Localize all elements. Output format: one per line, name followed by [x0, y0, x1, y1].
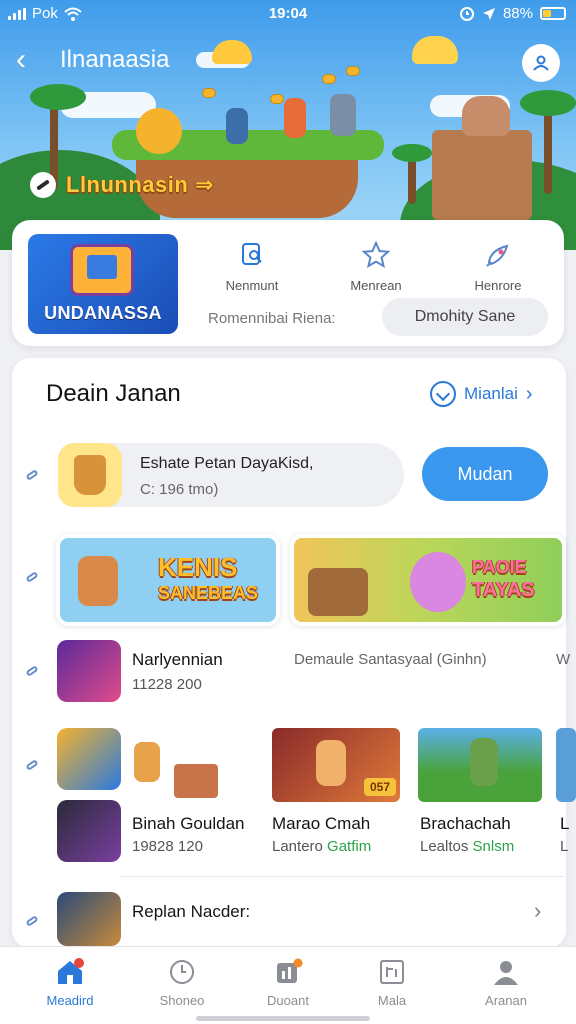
hero-banner: [0, 0, 576, 250]
image-icon: [377, 957, 407, 987]
see-more-label: Mianlai: [464, 384, 518, 403]
quick-action-star[interactable]: Menrean: [326, 238, 426, 293]
banner-title: KENIS: [158, 552, 238, 582]
promo-banner[interactable]: PAOIE TAYAS: [290, 534, 566, 626]
app-thumbnail[interactable]: [130, 736, 222, 802]
chevron-right-icon[interactable]: ›: [534, 898, 541, 924]
tab-label: Aranan: [485, 993, 527, 1008]
person-icon: [533, 55, 549, 71]
quick-action-label: Nenmunt: [225, 278, 279, 293]
tab-stats[interactable]: Duoant: [240, 957, 336, 1008]
badge: 057: [363, 778, 396, 796]
mascot-character: [136, 108, 182, 154]
app-name[interactable]: Brachachah: [420, 814, 511, 834]
app-icon[interactable]: [57, 728, 121, 790]
app-meta: 11228 200: [132, 676, 202, 693]
quick-action-bookmark[interactable]: Nenmunt: [202, 238, 302, 293]
app-thumbnail[interactable]: [556, 728, 576, 802]
rocket-icon: [481, 238, 515, 272]
app-meta: Lantero Gatfim: [272, 838, 372, 855]
tab-home[interactable]: Meadird: [22, 957, 118, 1008]
banner-character: [78, 556, 118, 606]
promo-banner[interactable]: KENIS SANEBEAS: [56, 534, 280, 626]
sun-shape: [412, 36, 458, 64]
featured-title: Eshate Petan DayaKisd,: [140, 455, 314, 472]
app-name[interactable]: Marao Cmah: [272, 814, 370, 834]
see-more-link[interactable]: Mianlai ›: [430, 381, 533, 407]
tab-media[interactable]: Mala: [344, 957, 440, 1008]
character: [226, 108, 248, 144]
stone-tower: [432, 96, 532, 220]
battery-icon: [540, 7, 566, 20]
featured-meta: C: 196 tmo): [140, 481, 219, 498]
chevron-right-icon: ›: [525, 382, 533, 405]
tab-label: Duoant: [267, 993, 309, 1008]
app-meta: 19828 120: [132, 838, 203, 855]
app-thumbnail[interactable]: 057: [272, 728, 400, 802]
app-meta: Lealtos Snlsm: [420, 838, 515, 855]
app-description: Demaule Santasyaal (Ginhn): [294, 651, 487, 668]
bottom-tab-bar: Meadird Shoneo Duoant Mala Aranan: [0, 946, 576, 1024]
featured-game-icon: [58, 443, 122, 507]
character: [330, 94, 356, 136]
app-name[interactable]: Binah Gouldan: [132, 814, 244, 834]
banner-subtitle: TAYAS: [472, 579, 535, 601]
battery-percent: 88%: [502, 5, 533, 22]
app-meta-overflow: L: [560, 838, 569, 855]
tab-label: Meadird: [46, 993, 94, 1008]
tab-profile[interactable]: Aranan: [458, 957, 554, 1008]
game-tile-name: UNDANASSA: [44, 303, 162, 323]
status-bar: Pok 19:04 88%: [0, 0, 576, 28]
chevron-circle-icon: [430, 381, 456, 407]
page-title: Ilnanaasia: [60, 46, 170, 73]
alarm-icon: [459, 6, 474, 21]
promo-subtitle: Romennibai Riena:: [208, 310, 336, 327]
quick-action-label: Henrore: [474, 278, 522, 293]
coin: [270, 94, 284, 104]
star-icon: [359, 238, 393, 272]
app-description-overflow: W: [556, 651, 571, 668]
coin: [322, 74, 336, 84]
app-icon[interactable]: [57, 640, 121, 702]
game-tile[interactable]: UNDANASSA: [28, 234, 178, 334]
tab-label: Mala: [377, 993, 407, 1008]
app-name[interactable]: Narlyennian: [132, 650, 223, 670]
treasure-chest-icon: [70, 244, 134, 296]
coin: [346, 66, 360, 76]
quick-action-rocket[interactable]: Henrore: [448, 238, 548, 293]
pill-button[interactable]: Dmohity Sane: [382, 298, 548, 336]
brand-logo-icon: [30, 172, 56, 198]
app-name[interactable]: Replan Nacder:: [132, 902, 250, 922]
home-icon: [55, 957, 85, 987]
home-indicator: [196, 1016, 370, 1021]
app-name-overflow[interactable]: L: [560, 814, 569, 834]
coin: [202, 88, 216, 98]
featured-item[interactable]: Eshate Petan DayaKisd, C: 196 tmo): [58, 443, 404, 507]
tab-label: Shoneo: [159, 993, 205, 1008]
profile-button[interactable]: [522, 44, 560, 82]
location-icon: [482, 7, 495, 20]
banner-character: [410, 552, 466, 612]
banner-dice: [308, 568, 368, 616]
sun-shape: [212, 40, 252, 64]
back-button[interactable]: ‹: [16, 44, 44, 76]
banner-title: PAOIE: [472, 557, 527, 577]
clock-icon: [167, 957, 197, 987]
section-title: Deain Janan: [46, 380, 181, 407]
banner-subtitle: SANEBEAS: [158, 583, 259, 603]
bookmark-icon: [235, 238, 269, 272]
chart-icon: [273, 957, 303, 987]
app-thumbnail[interactable]: [418, 728, 542, 802]
quick-action-label: Menrean: [350, 278, 402, 293]
tab-history[interactable]: Shoneo: [134, 957, 230, 1008]
promo-card: UNDANASSA Nenmunt Menrean Henrore Romenn…: [12, 220, 564, 346]
featured-action-button[interactable]: Mudan: [422, 447, 548, 501]
hero-caption[interactable]: Llnunnasin ⇒: [30, 172, 214, 198]
hero-caption-text: Llnunnasin ⇒: [66, 172, 214, 197]
divider: [120, 876, 564, 877]
character: [284, 98, 306, 138]
app-icon[interactable]: [57, 800, 121, 862]
app-icon[interactable]: [57, 892, 121, 946]
person-icon: [491, 957, 521, 987]
